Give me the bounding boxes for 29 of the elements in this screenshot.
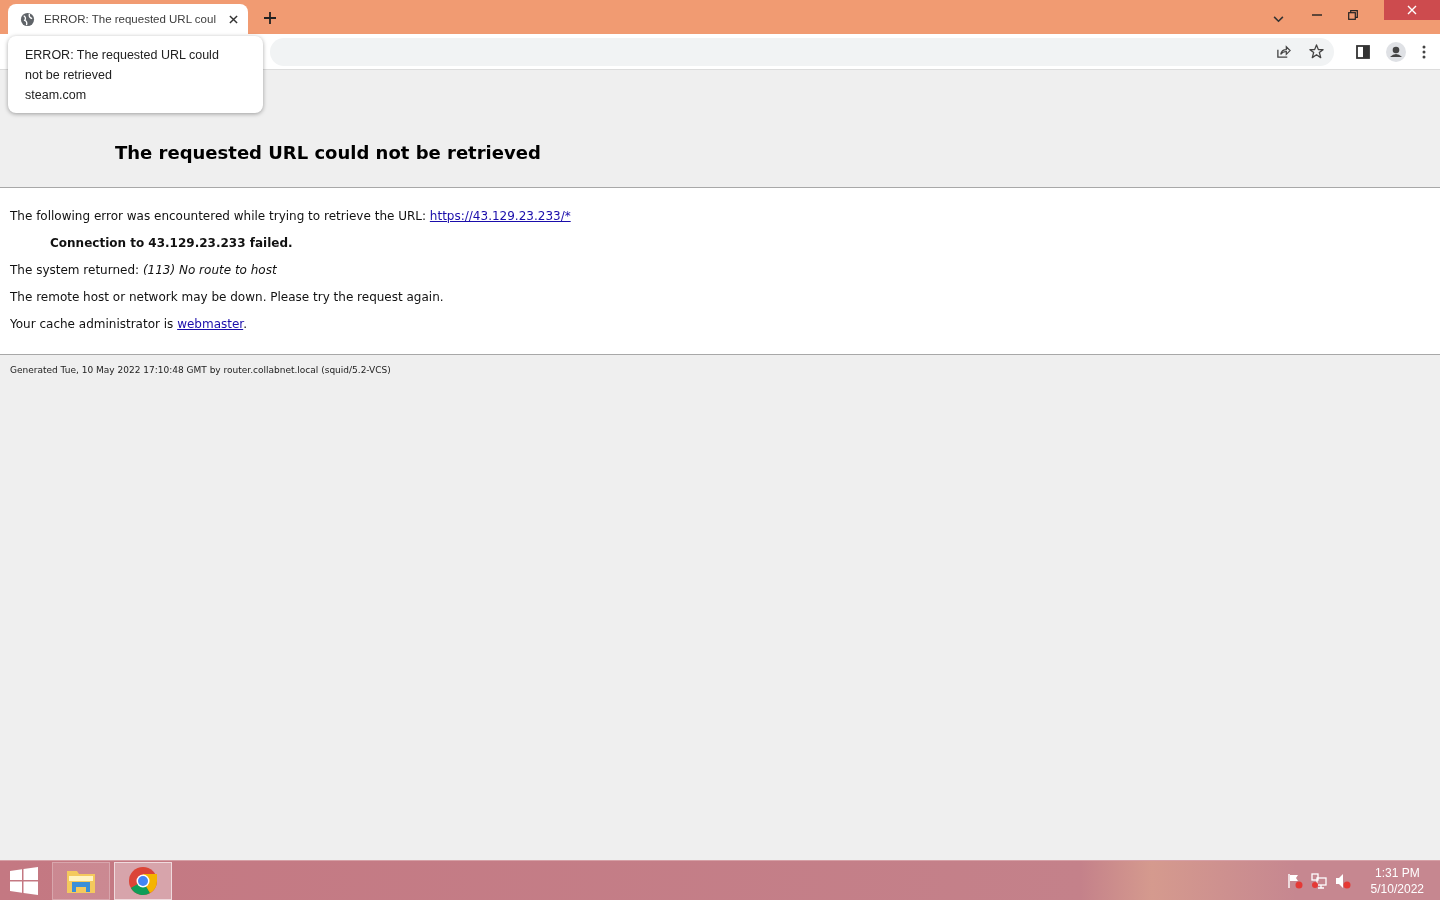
profile-icon[interactable] <box>1386 41 1406 62</box>
new-tab-icon[interactable] <box>264 12 276 24</box>
network-icon[interactable] <box>1310 872 1327 889</box>
tooltip-domain: steam.com <box>25 87 88 104</box>
globe-icon <box>20 11 35 27</box>
speaker-icon[interactable] <box>1334 872 1351 889</box>
footer-text: Generated Tue, 10 May 2022 17:10:48 GMT by router.collabnet.local (squid/5.2-VCS) <box>10 365 391 375</box>
chevron-icon[interactable] <box>1273 16 1284 23</box>
close-icon <box>1407 5 1417 15</box>
flag-icon[interactable] <box>1286 872 1303 889</box>
system-returned-text: The system returned: (113) No route to host <box>10 262 278 278</box>
advice-text: The remote host or network may be down. Please try the request again. <box>10 289 445 305</box>
restore-icon[interactable] <box>1348 10 1358 20</box>
side-panel-icon[interactable] <box>1356 44 1370 59</box>
failure-message: Connection to 43.129.23.233 failed. <box>49 235 294 251</box>
browser-tab[interactable]: ERROR: The requested URL coul <box>8 4 248 34</box>
star-icon[interactable] <box>1309 44 1324 59</box>
menu-icon[interactable] <box>1422 44 1426 59</box>
close-icon[interactable] <box>229 14 238 24</box>
webmaster-link[interactable]: webmaster <box>177 317 244 331</box>
error-message: The following error was encountered while trying to retrieve the URL: https://43.129.23.233/* <box>10 208 572 224</box>
windows-start-icon[interactable] <box>10 866 38 895</box>
taskbar-app[interactable] <box>114 861 172 900</box>
taskbar-app[interactable] <box>52 861 110 900</box>
error-subheading: The requested URL could not be retrieved <box>115 142 542 163</box>
share-icon[interactable] <box>1276 44 1291 59</box>
admin-text: Your cache administrator is webmaster. <box>10 316 248 332</box>
chrome-icon <box>128 865 158 896</box>
url-link[interactable]: https://43.129.23.233/* <box>429 209 571 223</box>
